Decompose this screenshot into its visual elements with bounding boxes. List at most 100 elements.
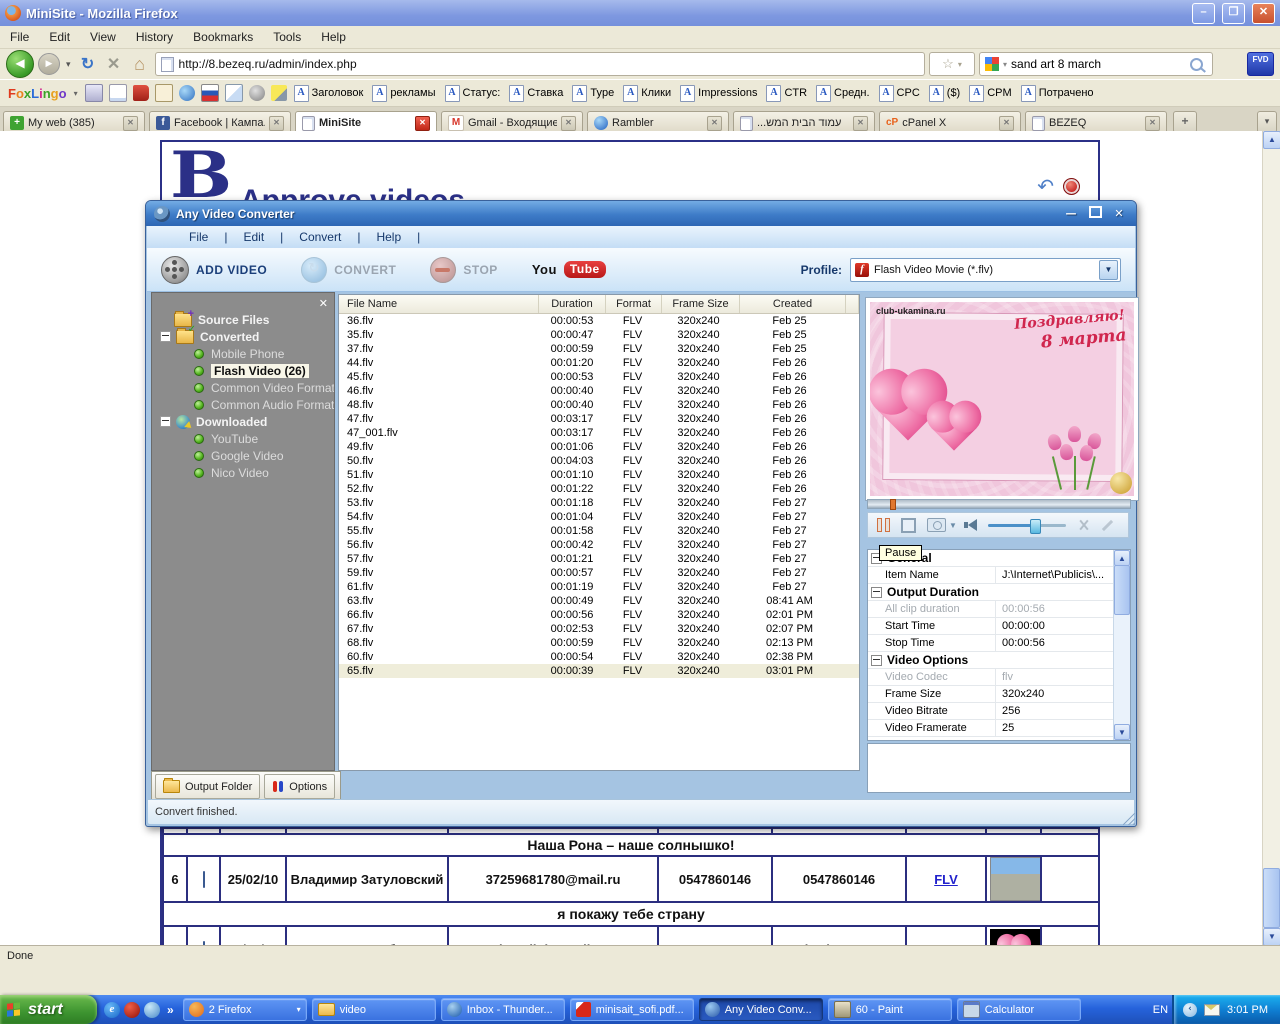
taskbar-button-inbox-thunder-[interactable]: Inbox - Thunder...	[441, 998, 565, 1021]
column-header-frame-size[interactable]: Frame Size	[662, 295, 740, 313]
file-row[interactable]: 35.flv00:00:47FLV320x240Feb 25	[339, 328, 859, 342]
file-row[interactable]: 47_001.flv00:03:17FLV320x240Feb 26	[339, 426, 859, 440]
stop-playback-button[interactable]	[901, 518, 916, 533]
tab-close-icon[interactable]: ✕	[999, 116, 1014, 131]
file-row[interactable]: 67.flv00:02:53FLV320x24002:07 PM	[339, 622, 859, 636]
taskbar-button-video[interactable]: video	[312, 998, 436, 1021]
tab-close-icon[interactable]: ✕	[123, 116, 138, 131]
maximize-button[interactable]	[1086, 206, 1104, 222]
convert-button[interactable]: ↻ Convert	[301, 257, 396, 283]
menu-edit[interactable]: Edit	[227, 230, 280, 244]
back-button[interactable]: ◀	[6, 50, 34, 78]
property-row[interactable]: Video Codecflv	[868, 669, 1114, 686]
menu-file[interactable]: File	[173, 230, 224, 244]
seek-handle[interactable]	[890, 499, 896, 510]
file-row[interactable]: 50.flv00:04:03FLV320x240Feb 26	[339, 454, 859, 468]
property-value[interactable]: 320x240	[996, 688, 1044, 700]
foxlingo-field[interactable]: AКлики	[623, 85, 671, 102]
foxlingo-field[interactable]: AСтавка	[509, 85, 563, 102]
spellcheck-icon[interactable]	[155, 84, 173, 102]
property-row[interactable]: All clip duration00:00:56	[868, 601, 1114, 618]
foxlingo-field[interactable]: A($)	[929, 85, 960, 102]
properties-scrollbar[interactable]: ▲ ▼	[1113, 550, 1130, 740]
file-row[interactable]: 49.flv00:01:06FLV320x240Feb 26	[339, 440, 859, 454]
forward-button[interactable]: ▶	[38, 53, 60, 75]
column-header-created[interactable]: Created	[740, 295, 846, 313]
home-button[interactable]: ⌂	[129, 54, 151, 75]
url-input[interactable]: http://8.bezeq.ru/admin/index.php	[155, 52, 925, 76]
property-section[interactable]: Video Options	[868, 652, 1114, 669]
quick-launch-overflow-icon[interactable]: »	[167, 1003, 178, 1017]
speaker-icon[interactable]	[968, 519, 977, 531]
clip-scissors-icon[interactable]	[1077, 519, 1090, 532]
property-value[interactable]: 25	[996, 722, 1014, 734]
menu-help[interactable]: Help	[360, 230, 417, 244]
translate-icon[interactable]	[225, 84, 243, 102]
page-scrollbar[interactable]: ▲ ▼	[1262, 131, 1280, 946]
ru-flag-icon[interactable]	[201, 84, 219, 102]
effects-wand-icon[interactable]	[1101, 519, 1114, 532]
collapse-icon[interactable]	[871, 587, 882, 598]
menu-file[interactable]: File	[10, 30, 29, 44]
file-row[interactable]: 60.flv00:00:54FLV320x24002:38 PM	[339, 650, 859, 664]
highlighter-icon[interactable]	[271, 85, 287, 101]
sidebar-item-flash-video-26-[interactable]: Flash Video (26)	[152, 362, 334, 379]
foxlingo-field[interactable]: ACTR	[766, 85, 807, 102]
property-section[interactable]: Output Duration	[868, 584, 1114, 601]
foxlingo-field[interactable]: ACPC	[879, 85, 920, 102]
file-row[interactable]: 52.flv00:01:22FLV320x240Feb 26	[339, 482, 859, 496]
file-row[interactable]: 37.flv00:00:59FLV320x240Feb 25	[339, 342, 859, 356]
tab-list-dropdown-icon[interactable]: ▾	[1257, 111, 1277, 133]
file-row[interactable]: 56.flv00:00:42FLV320x240Feb 27	[339, 538, 859, 552]
taskbar-button-minisait-sofi-pdf-[interactable]: minisait_sofi.pdf...	[570, 998, 694, 1021]
pause-button[interactable]	[877, 518, 890, 532]
new-tab-button[interactable]: +	[1173, 111, 1197, 133]
minimize-button[interactable]: –	[1192, 3, 1215, 24]
menu-view[interactable]: View	[90, 30, 116, 44]
file-row[interactable]: 66.flv00:00:56FLV320x24002:01 PM	[339, 608, 859, 622]
foxlingo-field[interactable]: AЗаголовок	[294, 85, 364, 102]
options-button[interactable]: Options	[264, 774, 335, 799]
file-row[interactable]: 54.flv00:01:04FLV320x240Feb 27	[339, 510, 859, 524]
taskbar-button-calculator[interactable]: Calculator	[957, 998, 1081, 1021]
group-dropdown-icon[interactable]: ▾	[297, 1005, 301, 1014]
snapshot-camera-icon[interactable]	[927, 518, 946, 532]
restore-button[interactable]: ❐	[1222, 3, 1245, 24]
stop-button[interactable]: ✕	[103, 54, 125, 74]
logout-icon[interactable]	[1063, 178, 1080, 195]
video-file-icon[interactable]	[203, 871, 205, 888]
opera-icon[interactable]	[124, 1002, 140, 1018]
file-list-header[interactable]: File NameDurationFormatFrame SizeCreated	[339, 295, 859, 314]
foxlingo-field[interactable]: ACPM	[969, 85, 1011, 102]
flv-link[interactable]: FLV	[934, 872, 958, 887]
sidebar-item-mobile-phone[interactable]: Mobile Phone	[152, 345, 334, 362]
close-button[interactable]: ✕	[1110, 206, 1128, 222]
seek-bar[interactable]	[867, 499, 1131, 509]
file-row[interactable]: 45.flv00:00:53FLV320x240Feb 26	[339, 370, 859, 384]
property-row[interactable]: Frame Size320x240	[868, 686, 1114, 703]
internet-explorer-icon[interactable]: e	[104, 1002, 120, 1018]
property-value[interactable]: 00:00:56	[996, 603, 1045, 615]
scroll-down-icon[interactable]: ▼	[1263, 928, 1280, 946]
search-input[interactable]: ▾ sand art 8 march	[979, 52, 1213, 76]
menu-bookmarks[interactable]: Bookmarks	[193, 30, 253, 44]
scroll-thumb[interactable]	[1114, 565, 1130, 615]
foxlingo-field[interactable]: AImpressions	[680, 85, 757, 102]
file-row[interactable]: 44.flv00:01:20FLV320x240Feb 26	[339, 356, 859, 370]
volume-handle[interactable]	[1030, 519, 1041, 534]
tab-close-icon[interactable]: ✕	[415, 116, 430, 131]
property-value[interactable]: 00:00:56	[996, 637, 1045, 649]
minimize-button[interactable]: —	[1062, 206, 1080, 222]
menu-edit[interactable]: Edit	[49, 30, 70, 44]
language-indicator[interactable]: EN	[1145, 1004, 1172, 1016]
property-row[interactable]: Video Framerate25	[868, 720, 1114, 737]
chevron-down-icon[interactable]: ▼	[1099, 260, 1118, 280]
scroll-up-icon[interactable]: ▲	[1263, 131, 1280, 149]
property-value[interactable]: 00:00:00	[996, 620, 1045, 632]
tree-collapse-icon[interactable]	[160, 416, 171, 427]
tree-collapse-icon[interactable]	[160, 331, 171, 342]
hide-icons-icon[interactable]: ‹	[1183, 1003, 1197, 1017]
taskbar-button-any-video-conv-[interactable]: Any Video Conv...	[699, 998, 823, 1021]
gear-icon[interactable]	[249, 85, 265, 101]
menu-history[interactable]: History	[136, 30, 173, 44]
